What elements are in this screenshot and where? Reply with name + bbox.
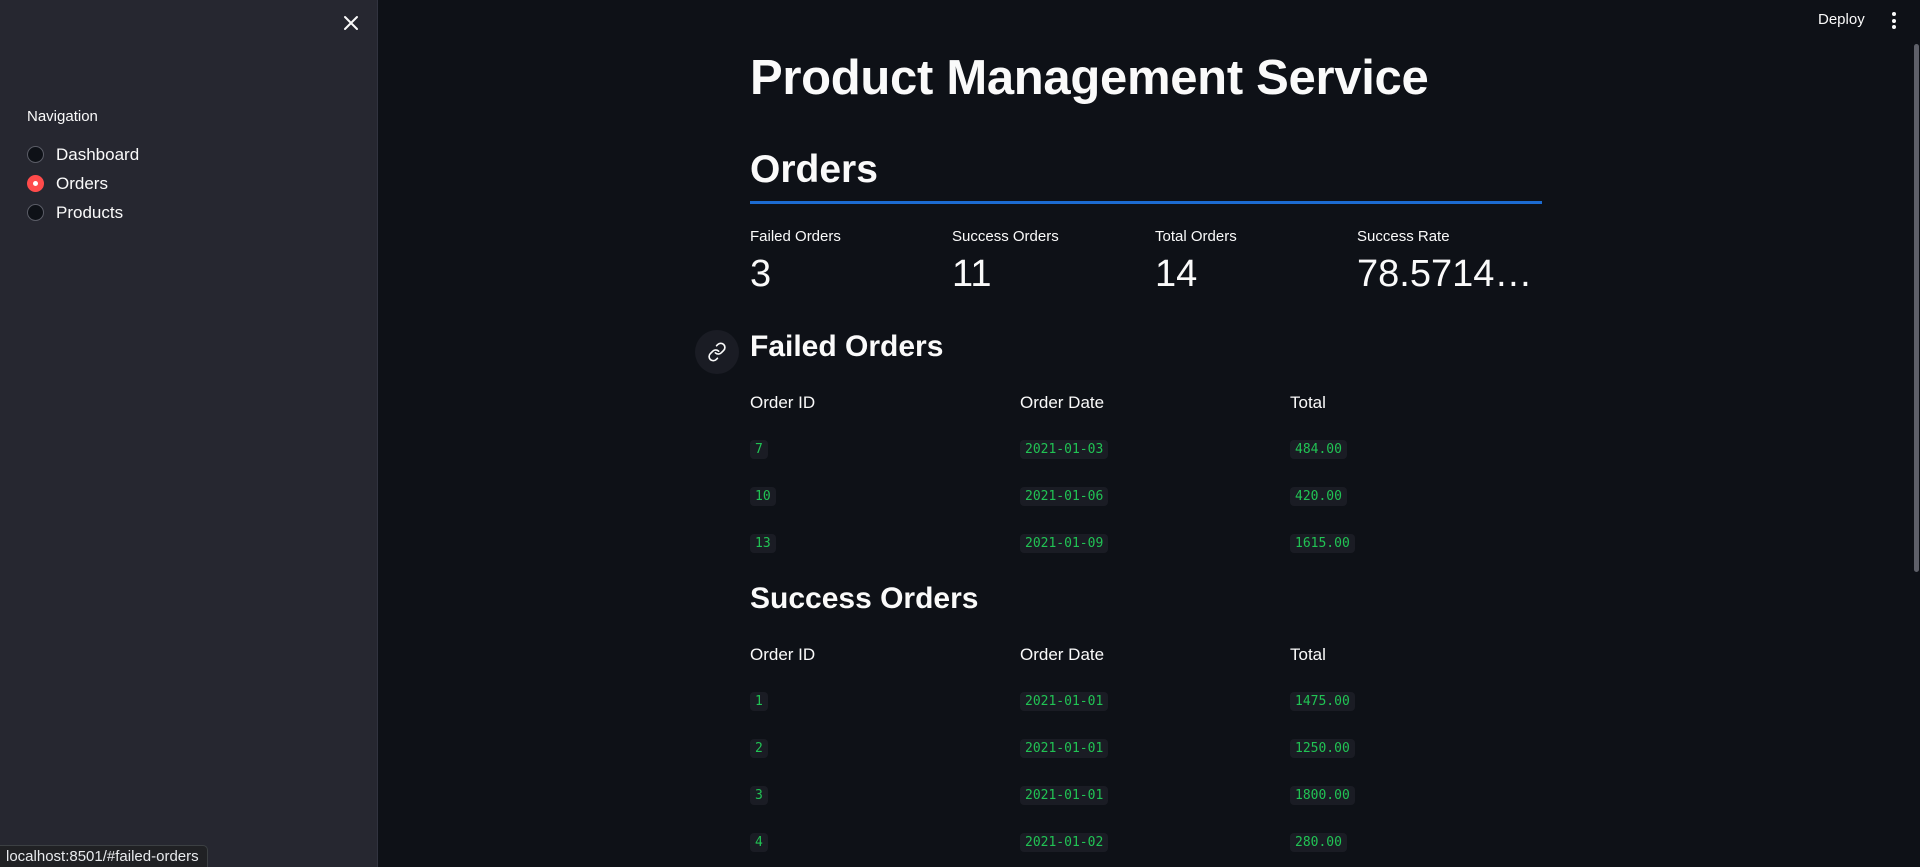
column-header: Total <box>1290 393 1326 412</box>
order-date-cell: 2021-01-01 <box>1020 692 1109 711</box>
section-divider <box>750 201 1542 204</box>
success-orders-table: Order ID Order Date Total 1 2021-01-01 1… <box>750 640 1542 866</box>
more-vertical-icon <box>1887 12 1901 29</box>
total-cell: 1800.00 <box>1290 786 1355 805</box>
link-status-bar: localhost:8501/#failed-orders <box>0 845 208 867</box>
page-title: Product Management Service <box>750 51 1429 105</box>
nav-item-orders[interactable]: Orders <box>27 169 139 198</box>
failed-orders-table: Order ID Order Date Total 7 2021-01-03 4… <box>750 388 1542 567</box>
metric-value: 11 <box>952 253 992 295</box>
metric-value: 78.5714… <box>1357 253 1533 295</box>
order-id-cell: 4 <box>750 833 768 852</box>
metric-label: Success Orders <box>952 228 1059 245</box>
nav-item-dashboard[interactable]: Dashboard <box>27 140 139 169</box>
metric-success-rate: Success Rate 78.5714… <box>1357 228 1557 296</box>
total-cell: 280.00 <box>1290 833 1347 852</box>
link-icon <box>708 342 726 362</box>
nav-item-label: Orders <box>56 173 108 193</box>
nav-item-label: Products <box>56 202 124 222</box>
table-row: 2 2021-01-01 1250.00 <box>750 725 1542 772</box>
metric-label: Success Rate <box>1357 228 1450 245</box>
nav-item-products[interactable]: Products <box>27 198 139 227</box>
main-menu-button[interactable] <box>1887 12 1901 32</box>
column-header: Order ID <box>750 645 816 664</box>
metric-value: 3 <box>750 253 772 295</box>
close-sidebar-button[interactable] <box>338 10 364 36</box>
total-cell: 1615.00 <box>1290 534 1355 553</box>
table-row: 10 2021-01-06 420.00 <box>750 473 1542 520</box>
order-id-cell: 7 <box>750 440 768 459</box>
total-cell: 420.00 <box>1290 487 1347 506</box>
navigation-label: Navigation <box>27 108 98 125</box>
table-row: 4 2021-01-02 280.00 <box>750 819 1542 866</box>
order-id-cell: 13 <box>750 534 776 553</box>
section-title: Orders <box>750 148 878 191</box>
radio-button-selected[interactable] <box>27 175 44 192</box>
order-id-cell: 2 <box>750 739 768 758</box>
table-header: Order ID Order Date Total <box>750 640 1542 670</box>
order-date-cell: 2021-01-06 <box>1020 487 1109 506</box>
total-cell: 1475.00 <box>1290 692 1355 711</box>
order-id-cell: 10 <box>750 487 776 506</box>
metric-total-orders: Total Orders 14 <box>1155 228 1355 296</box>
sidebar: Navigation Dashboard Orders Products <box>0 0 378 867</box>
table-row: 13 2021-01-09 1615.00 <box>750 520 1542 567</box>
heading-anchor-link[interactable] <box>695 330 739 374</box>
total-cell: 484.00 <box>1290 440 1347 459</box>
table-row: 1 2021-01-01 1475.00 <box>750 678 1542 725</box>
radio-button[interactable] <box>27 146 44 163</box>
order-date-cell: 2021-01-03 <box>1020 440 1109 459</box>
table-row: 3 2021-01-01 1800.00 <box>750 772 1542 819</box>
order-id-cell: 1 <box>750 692 768 711</box>
table-row: 7 2021-01-03 484.00 <box>750 426 1542 473</box>
column-header: Order ID <box>750 393 816 412</box>
column-header: Order Date <box>1020 645 1105 664</box>
navigation-radio-group: Dashboard Orders Products <box>27 140 139 227</box>
order-id-cell: 3 <box>750 786 768 805</box>
metric-success-orders: Success Orders 11 <box>952 228 1152 296</box>
radio-button[interactable] <box>27 204 44 221</box>
metric-label: Failed Orders <box>750 228 841 245</box>
order-date-cell: 2021-01-01 <box>1020 786 1109 805</box>
total-cell: 1250.00 <box>1290 739 1355 758</box>
close-icon <box>344 16 358 30</box>
failed-orders-heading: Failed Orders <box>750 330 944 363</box>
column-header: Total <box>1290 645 1326 664</box>
metric-failed-orders: Failed Orders 3 <box>750 228 950 296</box>
column-header: Order Date <box>1020 393 1105 412</box>
scrollbar[interactable] <box>1914 44 1919 572</box>
deploy-button[interactable]: Deploy <box>1818 11 1865 28</box>
table-header: Order ID Order Date Total <box>750 388 1542 418</box>
nav-item-label: Dashboard <box>56 144 140 164</box>
order-date-cell: 2021-01-02 <box>1020 833 1109 852</box>
metric-value: 14 <box>1155 253 1198 295</box>
metric-label: Total Orders <box>1155 228 1237 245</box>
order-date-cell: 2021-01-01 <box>1020 739 1109 758</box>
success-orders-heading: Success Orders <box>750 582 979 615</box>
order-date-cell: 2021-01-09 <box>1020 534 1109 553</box>
